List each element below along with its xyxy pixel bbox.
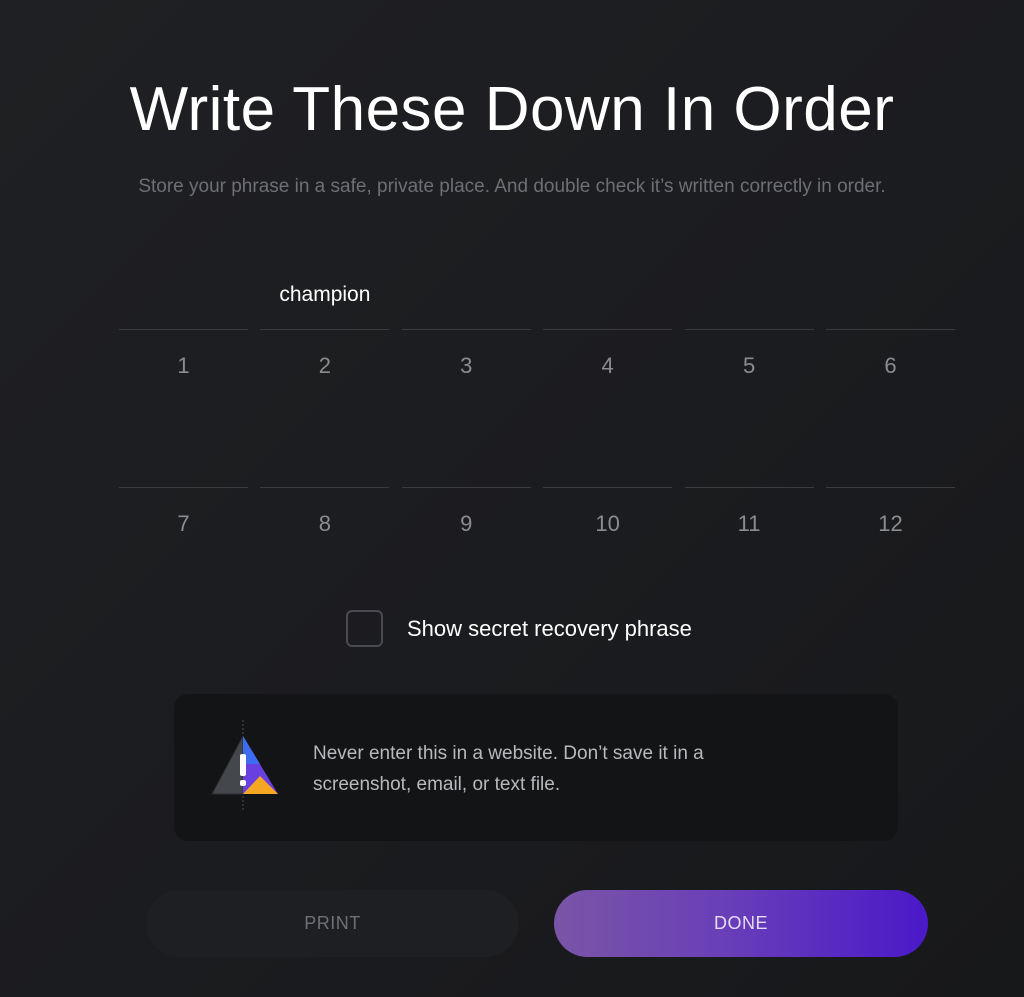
phrase-word-slot: 8 [260, 436, 390, 594]
word-underline [119, 329, 248, 330]
phrase-grid: 1 champion 2 3 4 5 6 7 8 9 10 11 12 [119, 278, 955, 594]
word-underline [543, 329, 673, 330]
word-number: 1 [177, 353, 190, 378]
word-underline [260, 329, 390, 330]
word-number: 11 [737, 511, 761, 536]
word-underline [401, 487, 531, 488]
word-number: 8 [318, 511, 332, 536]
word-number: 6 [884, 353, 897, 378]
word-number: 3 [460, 353, 473, 378]
word-number: 4 [601, 353, 614, 378]
page-subtitle: Store your phrase in a safe, private pla… [138, 176, 886, 197]
word-underline [825, 487, 955, 488]
show-phrase-label[interactable]: Show secret recovery phrase [407, 616, 692, 642]
phrase-word-slot: 5 [684, 278, 814, 436]
phrase-word-slot: 12 [825, 436, 955, 594]
word-number: 10 [595, 511, 620, 536]
phrase-word-slot: 9 [401, 436, 531, 594]
show-phrase-checkbox[interactable] [346, 610, 383, 647]
phrase-word-slot: 10 [543, 436, 673, 594]
phrase-word-slot: 7 [119, 436, 248, 594]
word-underline [260, 487, 390, 488]
phrase-row: 1 champion 2 3 4 5 6 [119, 278, 955, 436]
phrase-word-slot: 3 [401, 278, 531, 436]
phrase-word-slot: champion 2 [260, 278, 390, 436]
word-underline [543, 487, 673, 488]
page-title: Write These Down In Order [129, 75, 895, 144]
warning-callout: Never enter this in a website. Don’t sav… [174, 694, 898, 841]
phrase-word-slot: 6 [825, 278, 955, 436]
word-underline [684, 329, 814, 330]
warning-triangle-icon [211, 720, 278, 812]
word-number: 7 [177, 511, 190, 536]
print-button[interactable]: PRINT [146, 890, 519, 957]
word-underline [119, 487, 248, 488]
warning-text: Never enter this in a website. Don’t sav… [313, 743, 704, 795]
show-phrase-toggle[interactable]: Show secret recovery phrase [346, 610, 692, 647]
phrase-word-slot: 1 [119, 278, 248, 436]
word-number: 12 [878, 511, 903, 536]
phrase-word-slot: 4 [543, 278, 673, 436]
done-button[interactable]: DONE [554, 890, 928, 957]
phrase-word-slot: 11 [684, 436, 814, 594]
word-underline [825, 329, 955, 330]
word-number: 5 [742, 353, 756, 378]
phrase-row: 7 8 9 10 11 12 [119, 436, 955, 594]
word-underline [684, 487, 814, 488]
phrase-word: champion [279, 283, 371, 306]
word-number: 9 [460, 511, 473, 536]
word-number: 2 [318, 353, 332, 378]
word-underline [401, 329, 531, 330]
